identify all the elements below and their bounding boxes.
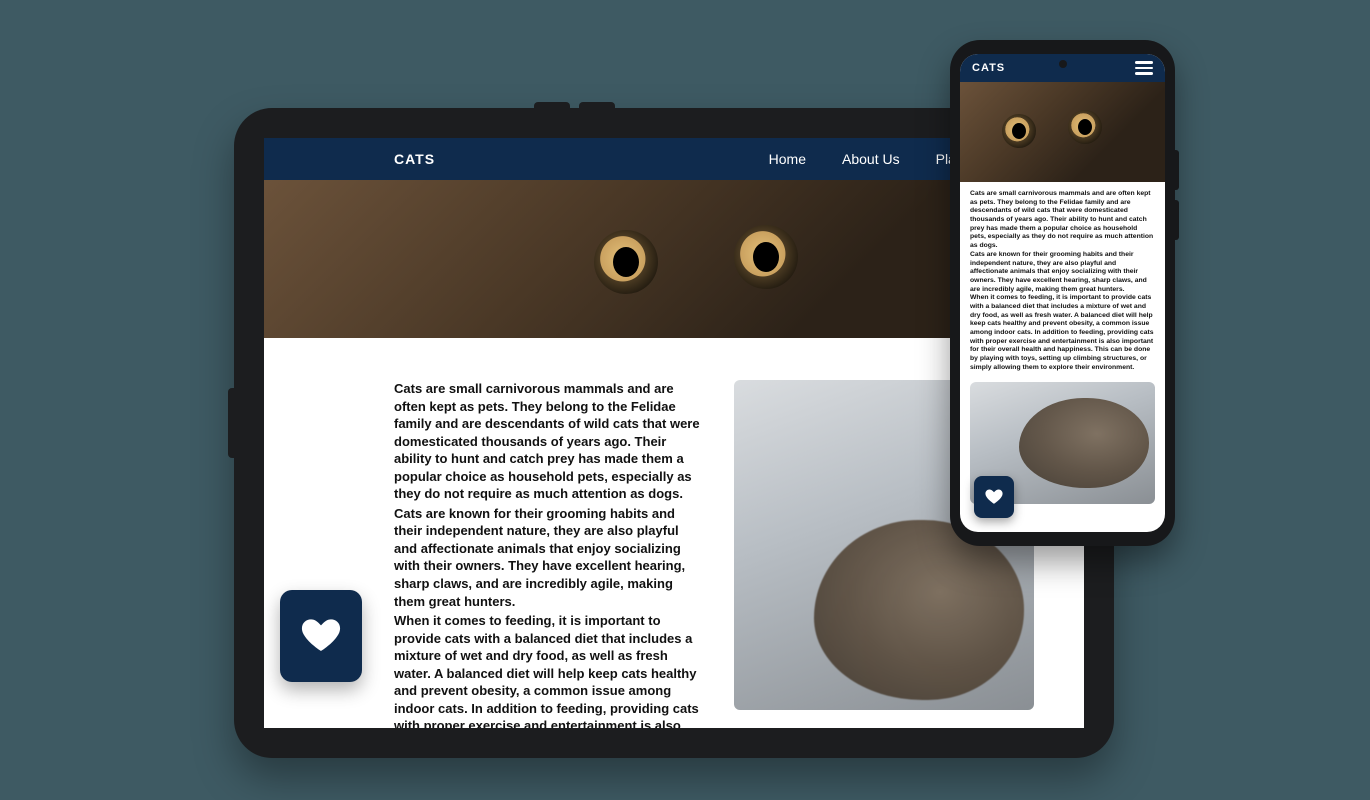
article-paragraph: Cats are known for their grooming habits…	[970, 251, 1155, 294]
tablet-volume-up	[534, 102, 570, 108]
tablet-article-text: Cats are small carnivorous mammals and a…	[394, 380, 704, 698]
phone-screen: CATS Cats are small carnivorous mammals …	[960, 54, 1165, 532]
nav-about[interactable]: About Us	[842, 151, 900, 167]
phone-hero-image	[960, 82, 1165, 182]
article-paragraph: Cats are small carnivorous mammals and a…	[970, 190, 1155, 251]
hamburger-menu-icon[interactable]	[1135, 61, 1153, 75]
phone-article-text: Cats are small carnivorous mammals and a…	[960, 182, 1165, 378]
phone-device: CATS Cats are small carnivorous mammals …	[950, 40, 1175, 546]
cat-eye-icon	[734, 225, 798, 289]
phone-side-button	[1175, 150, 1179, 190]
brand-logo: CATS	[394, 151, 435, 167]
heart-icon	[985, 488, 1003, 506]
tablet-side-button	[228, 388, 234, 458]
cat-eye-icon	[1068, 110, 1102, 144]
tablet-volume-down	[579, 102, 615, 108]
phone-camera-icon	[1059, 60, 1067, 68]
heart-icon	[301, 616, 341, 656]
phone-side-button	[1175, 200, 1179, 240]
favorite-button[interactable]	[974, 476, 1014, 518]
nav-home[interactable]: Home	[769, 151, 806, 167]
article-paragraph: Cats are small carnivorous mammals and a…	[394, 380, 704, 503]
phone-navbar: CATS	[960, 54, 1165, 82]
article-paragraph: When it comes to feeding, it is importan…	[970, 294, 1155, 372]
cat-eye-icon	[594, 230, 658, 294]
brand-logo: CATS	[972, 62, 1005, 74]
cat-eye-icon	[1002, 114, 1036, 148]
article-paragraph: Cats are known for their grooming habits…	[394, 505, 704, 610]
article-paragraph: When it comes to feeding, it is importan…	[394, 612, 704, 728]
favorite-button[interactable]	[280, 590, 362, 682]
